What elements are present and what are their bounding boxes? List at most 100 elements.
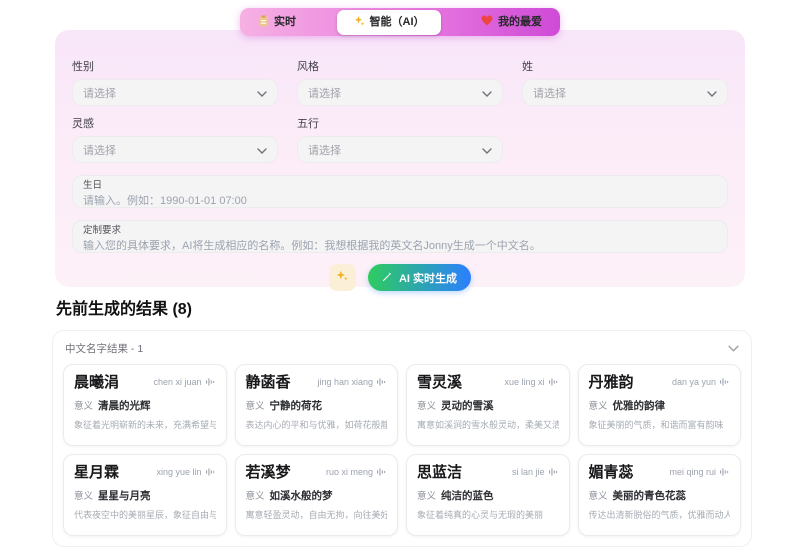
tab-realtime-label: 实时: [274, 15, 296, 28]
name-description: 代表夜空中的美丽星辰，象征自由与梦幻: [74, 510, 216, 520]
audio-icon[interactable]: [719, 467, 730, 477]
chevron-down-icon: [482, 141, 492, 159]
audio-icon[interactable]: [376, 467, 387, 477]
birthday-field[interactable]: 生日: [72, 175, 728, 208]
results-section: 先前生成的结果 (8) 中文名字结果 - 1 晨曦涓 chen xi juan: [52, 295, 752, 551]
chevron-down-icon: [257, 84, 267, 102]
wuxing-select-value: 请选择: [308, 144, 341, 157]
meaning-value: 星星与月亮: [98, 490, 151, 502]
birthday-input[interactable]: [83, 194, 717, 208]
meaning-label: 意义: [245, 401, 265, 412]
pinyin: jing han xiang: [317, 377, 373, 387]
meaning-label: 意义: [74, 401, 94, 412]
gender-label: 性别: [72, 61, 94, 73]
name-description: 象征着纯真的心灵与无瑕的美丽: [417, 510, 544, 520]
wuxing-label: 五行: [297, 118, 319, 130]
chevron-down-icon: [257, 141, 267, 159]
meaning-value: 美丽的青色花蕊: [612, 490, 687, 502]
name-card: 静菡香 jing han xiang 意义 宁静的荷花 表达内心的平和与优雅，如…: [234, 364, 398, 446]
tab-ai[interactable]: 智能（AI）: [336, 9, 441, 35]
name-description: 传达出清新脱俗的气质，优雅而动人: [588, 510, 731, 520]
name-description: 表达内心的平和与优雅，如荷花般静美: [245, 420, 388, 430]
results-heading: 先前生成的结果 (8): [56, 301, 193, 318]
gender-field: 性别 请选择: [72, 58, 278, 106]
surname-label: 姓: [522, 61, 533, 73]
pinyin: ruo xi meng: [325, 467, 373, 477]
name-description: 寓意轻盈灵动，自由无拘，向往美好生活: [245, 510, 388, 520]
generated-name: 晨曦涓: [74, 374, 120, 391]
pinyin: dan ya yun: [671, 377, 716, 387]
name-card: 雪灵溪 xue ling xi 意义 灵动的雪溪 寓意如溪涧的雪水般灵动，柔美又…: [406, 364, 570, 446]
meaning-label: 意义: [417, 491, 437, 502]
generated-name: 若溪梦: [245, 464, 291, 481]
audio-icon[interactable]: [205, 377, 216, 387]
name-generator-page: 实时 智能（AI） 我的最爱 性别 请选择 风格 请选择 姓 请选择 灵感 请选…: [0, 0, 800, 551]
chevron-down-icon: [728, 339, 739, 357]
inspiration-select[interactable]: 请选择: [72, 136, 278, 163]
generated-name: 雪灵溪: [417, 374, 463, 391]
custom-requirement-label: 定制要求: [83, 225, 122, 236]
tab-favorites[interactable]: 我的最爱: [475, 12, 548, 32]
meaning-label: 意义: [588, 401, 608, 412]
clipboard-icon: [258, 14, 269, 30]
style-select-value: 请选择: [308, 87, 341, 100]
name-card: 晨曦涓 chen xi juan 意义 清晨的光辉 象征着光明崭新的未来，充满希…: [63, 364, 227, 446]
name-card: 媚青蕊 mei qing rui 意义 美丽的青色花蕊 传达出清新脱俗的气质，优…: [577, 454, 741, 536]
meaning-label: 意义: [417, 401, 437, 412]
style-select[interactable]: 请选择: [297, 79, 503, 106]
tab-realtime[interactable]: 实时: [252, 12, 302, 33]
pinyin: mei qing rui: [669, 467, 716, 477]
surname-select[interactable]: 请选择: [522, 79, 728, 106]
meaning-value: 宁静的荷花: [269, 400, 323, 412]
custom-requirement-field[interactable]: 定制要求: [72, 220, 728, 253]
name-card: 思蓝洁 si lan jie 意义 纯洁的蓝色 象征着纯真的心灵与无瑕的美丽: [406, 454, 570, 536]
meaning-label: 意义: [74, 491, 94, 502]
generated-name: 思蓝洁: [417, 464, 463, 481]
generated-name: 静菡香: [245, 374, 291, 391]
audio-icon[interactable]: [376, 377, 387, 387]
chevron-down-icon: [482, 84, 492, 102]
magic-wand-icon: [382, 271, 393, 285]
meaning-label: 意义: [245, 491, 265, 502]
generated-name: 丹雅韵: [588, 374, 634, 391]
generator-form-panel: 性别 请选择 风格 请选择 姓 请选择 灵感 请选择 五行 请选择 生日 请输入…: [55, 30, 745, 291]
style-field: 风格 请选择: [297, 58, 503, 106]
custom-requirement-input[interactable]: [83, 239, 717, 253]
audio-icon[interactable]: [548, 377, 559, 387]
audio-icon[interactable]: [719, 377, 730, 387]
inspiration-label: 灵感: [72, 118, 94, 130]
generated-name: 星月霖: [74, 464, 120, 481]
inspire-button[interactable]: [328, 264, 356, 291]
heart-icon: [481, 15, 493, 29]
name-cards-grid: 晨曦涓 chen xi juan 意义 清晨的光辉 象征着光明崭新的未来，充满希…: [63, 364, 741, 536]
tab-ai-label: 智能（AI）: [369, 15, 425, 28]
surname-field: 姓 请选择: [522, 58, 728, 106]
name-card: 丹雅韵 dan ya yun 意义 优雅的韵律 象征美丽的气质，和谐而富有韵味: [577, 364, 741, 446]
sparkles-icon: [353, 15, 365, 30]
pinyin: chen xi juan: [153, 377, 202, 387]
generated-name: 媚青蕊: [588, 464, 634, 481]
chevron-down-icon: [707, 84, 717, 102]
audio-icon[interactable]: [548, 467, 559, 477]
pinyin: xing yue lin: [156, 467, 202, 477]
ai-generate-button[interactable]: AI 实时生成: [367, 264, 472, 291]
meaning-value: 如溪水般的梦: [269, 490, 333, 502]
results-group-header[interactable]: 中文名字结果 - 1: [63, 331, 741, 364]
pinyin: si lan jie: [511, 467, 545, 477]
sparkles-icon: [335, 269, 349, 286]
name-description: 象征着光明崭新的未来，充满希望与生机: [74, 420, 216, 430]
birthday-label: 生日: [83, 180, 103, 191]
surname-select-value: 请选择: [533, 87, 566, 100]
gender-select[interactable]: 请选择: [72, 79, 278, 106]
results-group-title: 中文名字结果 - 1: [65, 342, 144, 355]
wuxing-select[interactable]: 请选择: [297, 136, 503, 163]
meaning-value: 优雅的韵律: [612, 400, 666, 412]
name-card: 星月霖 xing yue lin 意义 星星与月亮 代表夜空中的美丽星辰，象征自…: [63, 454, 227, 536]
tab-favorites-label: 我的最爱: [498, 15, 542, 28]
ai-generate-label: AI 实时生成: [398, 272, 458, 285]
name-description: 寓意如溪涧的雪水般灵动，柔美又清澈: [417, 420, 559, 430]
name-card: 若溪梦 ruo xi meng 意义 如溪水般的梦 寓意轻盈灵动，自由无拘，向往…: [234, 454, 398, 536]
audio-icon[interactable]: [205, 467, 216, 477]
results-group: 中文名字结果 - 1 晨曦涓 chen xi juan 意义 清晨的光辉 象征着…: [52, 330, 752, 547]
pinyin: xue ling xi: [504, 377, 545, 387]
